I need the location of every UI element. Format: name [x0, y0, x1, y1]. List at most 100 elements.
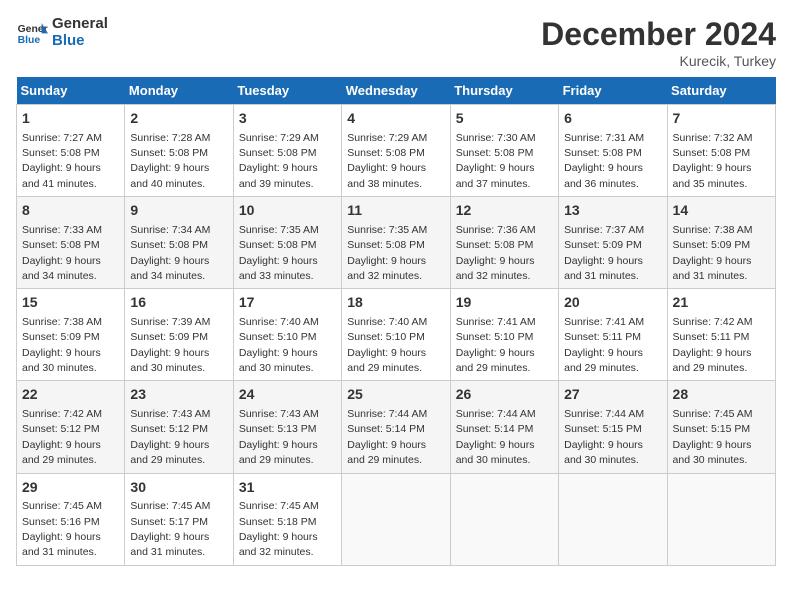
cell-sunrise: Sunrise: 7:43 AMSunset: 5:12 PMDaylight:…: [130, 408, 210, 466]
cell-sunrise: Sunrise: 7:45 AMSunset: 5:16 PMDaylight:…: [22, 500, 102, 558]
calendar-cell: 14 Sunrise: 7:38 AMSunset: 5:09 PMDaylig…: [667, 197, 775, 289]
cell-sunrise: Sunrise: 7:38 AMSunset: 5:09 PMDaylight:…: [673, 224, 753, 282]
calendar-cell: 23 Sunrise: 7:43 AMSunset: 5:12 PMDaylig…: [125, 381, 233, 473]
logo-text: General Blue: [52, 16, 108, 49]
cell-sunrise: Sunrise: 7:37 AMSunset: 5:09 PMDaylight:…: [564, 224, 644, 282]
cell-sunrise: Sunrise: 7:42 AMSunset: 5:11 PMDaylight:…: [673, 316, 753, 374]
cell-sunrise: Sunrise: 7:41 AMSunset: 5:11 PMDaylight:…: [564, 316, 644, 374]
calendar-cell: 22 Sunrise: 7:42 AMSunset: 5:12 PMDaylig…: [17, 381, 125, 473]
day-number: 1: [22, 109, 119, 129]
day-number: 17: [239, 293, 336, 313]
calendar-cell: 25 Sunrise: 7:44 AMSunset: 5:14 PMDaylig…: [342, 381, 450, 473]
calendar-cell: 1 Sunrise: 7:27 AMSunset: 5:08 PMDayligh…: [17, 105, 125, 197]
week-row-4: 22 Sunrise: 7:42 AMSunset: 5:12 PMDaylig…: [17, 381, 776, 473]
day-number: 29: [22, 478, 119, 498]
day-number: 23: [130, 385, 227, 405]
day-number: 18: [347, 293, 444, 313]
day-number: 11: [347, 201, 444, 221]
calendar-cell: [342, 473, 450, 565]
cell-sunrise: Sunrise: 7:45 AMSunset: 5:18 PMDaylight:…: [239, 500, 319, 558]
cell-sunrise: Sunrise: 7:41 AMSunset: 5:10 PMDaylight:…: [456, 316, 536, 374]
calendar-cell: 19 Sunrise: 7:41 AMSunset: 5:10 PMDaylig…: [450, 289, 558, 381]
day-number: 22: [22, 385, 119, 405]
cell-sunrise: Sunrise: 7:32 AMSunset: 5:08 PMDaylight:…: [673, 132, 753, 190]
calendar-cell: 17 Sunrise: 7:40 AMSunset: 5:10 PMDaylig…: [233, 289, 341, 381]
calendar-cell: 12 Sunrise: 7:36 AMSunset: 5:08 PMDaylig…: [450, 197, 558, 289]
week-row-1: 1 Sunrise: 7:27 AMSunset: 5:08 PMDayligh…: [17, 105, 776, 197]
calendar-cell: 6 Sunrise: 7:31 AMSunset: 5:08 PMDayligh…: [559, 105, 667, 197]
calendar-cell: 8 Sunrise: 7:33 AMSunset: 5:08 PMDayligh…: [17, 197, 125, 289]
calendar-table: Sunday Monday Tuesday Wednesday Thursday…: [16, 77, 776, 566]
cell-sunrise: Sunrise: 7:40 AMSunset: 5:10 PMDaylight:…: [347, 316, 427, 374]
day-number: 10: [239, 201, 336, 221]
col-thursday: Thursday: [450, 77, 558, 105]
day-number: 19: [456, 293, 553, 313]
cell-sunrise: Sunrise: 7:35 AMSunset: 5:08 PMDaylight:…: [347, 224, 427, 282]
day-number: 2: [130, 109, 227, 129]
calendar-cell: 16 Sunrise: 7:39 AMSunset: 5:09 PMDaylig…: [125, 289, 233, 381]
calendar-cell: 4 Sunrise: 7:29 AMSunset: 5:08 PMDayligh…: [342, 105, 450, 197]
day-number: 25: [347, 385, 444, 405]
day-number: 24: [239, 385, 336, 405]
location-subtitle: Kurecik, Turkey: [541, 53, 776, 69]
calendar-cell: 20 Sunrise: 7:41 AMSunset: 5:11 PMDaylig…: [559, 289, 667, 381]
cell-sunrise: Sunrise: 7:29 AMSunset: 5:08 PMDaylight:…: [347, 132, 427, 190]
col-sunday: Sunday: [17, 77, 125, 105]
calendar-cell: 26 Sunrise: 7:44 AMSunset: 5:14 PMDaylig…: [450, 381, 558, 473]
day-number: 21: [673, 293, 770, 313]
svg-text:Blue: Blue: [18, 35, 41, 46]
cell-sunrise: Sunrise: 7:44 AMSunset: 5:14 PMDaylight:…: [456, 408, 536, 466]
calendar-cell: 9 Sunrise: 7:34 AMSunset: 5:08 PMDayligh…: [125, 197, 233, 289]
col-monday: Monday: [125, 77, 233, 105]
calendar-cell: [559, 473, 667, 565]
week-row-3: 15 Sunrise: 7:38 AMSunset: 5:09 PMDaylig…: [17, 289, 776, 381]
day-number: 13: [564, 201, 661, 221]
day-number: 14: [673, 201, 770, 221]
col-wednesday: Wednesday: [342, 77, 450, 105]
logo-icon: General Blue: [16, 19, 48, 47]
cell-sunrise: Sunrise: 7:36 AMSunset: 5:08 PMDaylight:…: [456, 224, 536, 282]
header-row: Sunday Monday Tuesday Wednesday Thursday…: [17, 77, 776, 105]
calendar-cell: 7 Sunrise: 7:32 AMSunset: 5:08 PMDayligh…: [667, 105, 775, 197]
day-number: 27: [564, 385, 661, 405]
cell-sunrise: Sunrise: 7:39 AMSunset: 5:09 PMDaylight:…: [130, 316, 210, 374]
cell-sunrise: Sunrise: 7:28 AMSunset: 5:08 PMDaylight:…: [130, 132, 210, 190]
day-number: 8: [22, 201, 119, 221]
title-area: December 2024 Kurecik, Turkey: [541, 16, 776, 69]
day-number: 20: [564, 293, 661, 313]
calendar-cell: 24 Sunrise: 7:43 AMSunset: 5:13 PMDaylig…: [233, 381, 341, 473]
calendar-cell: [667, 473, 775, 565]
cell-sunrise: Sunrise: 7:30 AMSunset: 5:08 PMDaylight:…: [456, 132, 536, 190]
cell-sunrise: Sunrise: 7:40 AMSunset: 5:10 PMDaylight:…: [239, 316, 319, 374]
calendar-cell: 2 Sunrise: 7:28 AMSunset: 5:08 PMDayligh…: [125, 105, 233, 197]
calendar-cell: 27 Sunrise: 7:44 AMSunset: 5:15 PMDaylig…: [559, 381, 667, 473]
cell-sunrise: Sunrise: 7:44 AMSunset: 5:15 PMDaylight:…: [564, 408, 644, 466]
calendar-cell: 11 Sunrise: 7:35 AMSunset: 5:08 PMDaylig…: [342, 197, 450, 289]
calendar-cell: 3 Sunrise: 7:29 AMSunset: 5:08 PMDayligh…: [233, 105, 341, 197]
cell-sunrise: Sunrise: 7:29 AMSunset: 5:08 PMDaylight:…: [239, 132, 319, 190]
cell-sunrise: Sunrise: 7:38 AMSunset: 5:09 PMDaylight:…: [22, 316, 102, 374]
cell-sunrise: Sunrise: 7:31 AMSunset: 5:08 PMDaylight:…: [564, 132, 644, 190]
header: General Blue General Blue December 2024 …: [16, 16, 776, 69]
calendar-cell: 13 Sunrise: 7:37 AMSunset: 5:09 PMDaylig…: [559, 197, 667, 289]
day-number: 31: [239, 478, 336, 498]
calendar-cell: 15 Sunrise: 7:38 AMSunset: 5:09 PMDaylig…: [17, 289, 125, 381]
cell-sunrise: Sunrise: 7:33 AMSunset: 5:08 PMDaylight:…: [22, 224, 102, 282]
day-number: 5: [456, 109, 553, 129]
cell-sunrise: Sunrise: 7:45 AMSunset: 5:15 PMDaylight:…: [673, 408, 753, 466]
calendar-cell: 31 Sunrise: 7:45 AMSunset: 5:18 PMDaylig…: [233, 473, 341, 565]
day-number: 12: [456, 201, 553, 221]
logo: General Blue General Blue: [16, 16, 108, 49]
calendar-cell: 30 Sunrise: 7:45 AMSunset: 5:17 PMDaylig…: [125, 473, 233, 565]
col-friday: Friday: [559, 77, 667, 105]
cell-sunrise: Sunrise: 7:27 AMSunset: 5:08 PMDaylight:…: [22, 132, 102, 190]
col-saturday: Saturday: [667, 77, 775, 105]
calendar-cell: [450, 473, 558, 565]
day-number: 3: [239, 109, 336, 129]
day-number: 30: [130, 478, 227, 498]
cell-sunrise: Sunrise: 7:44 AMSunset: 5:14 PMDaylight:…: [347, 408, 427, 466]
cell-sunrise: Sunrise: 7:43 AMSunset: 5:13 PMDaylight:…: [239, 408, 319, 466]
calendar-cell: 21 Sunrise: 7:42 AMSunset: 5:11 PMDaylig…: [667, 289, 775, 381]
day-number: 9: [130, 201, 227, 221]
col-tuesday: Tuesday: [233, 77, 341, 105]
